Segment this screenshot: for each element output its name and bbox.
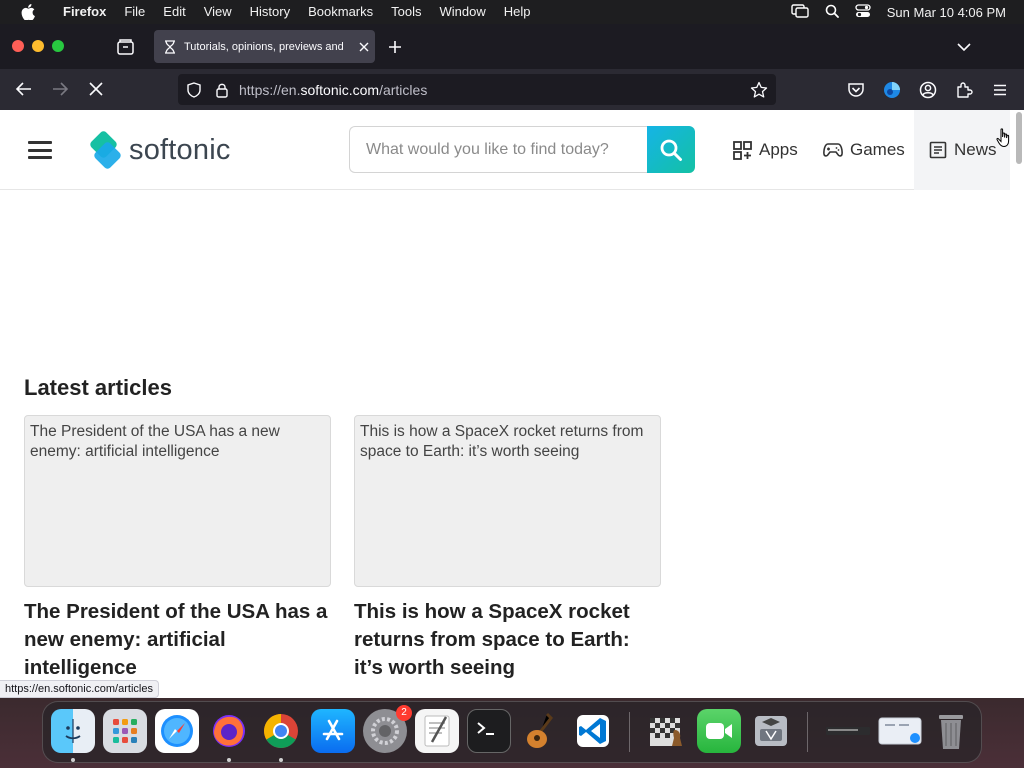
menu-view[interactable]: View bbox=[195, 0, 241, 24]
browser-tab-strip: Tutorials, opinions, previews and bbox=[0, 24, 1024, 69]
apps-grid-icon bbox=[733, 140, 752, 160]
menu-app-name[interactable]: Firefox bbox=[54, 0, 115, 24]
dock-safari-icon[interactable] bbox=[155, 709, 199, 753]
dock-launchpad-icon[interactable] bbox=[103, 709, 147, 753]
lock-icon[interactable] bbox=[215, 82, 229, 98]
softonic-logo-mark-icon bbox=[88, 130, 122, 170]
menu-bar-clock[interactable]: Sun Mar 10 4:06 PM bbox=[887, 5, 1006, 20]
menu-history[interactable]: History bbox=[241, 0, 299, 24]
screen-mirroring-icon[interactable] bbox=[791, 3, 809, 21]
nav-apps-link[interactable]: Apps bbox=[733, 134, 798, 166]
dock-separator bbox=[629, 712, 630, 752]
tab-close-icon[interactable] bbox=[356, 39, 372, 55]
control-center-icon[interactable] bbox=[855, 3, 871, 21]
dock-preview-stack-icon[interactable] bbox=[877, 709, 923, 753]
softonic-logo-text: softonic bbox=[129, 133, 231, 166]
nav-games-label: Games bbox=[850, 140, 905, 159]
window-close-button[interactable] bbox=[12, 40, 24, 52]
account-icon[interactable] bbox=[919, 81, 937, 99]
dock-trash-icon[interactable] bbox=[929, 709, 973, 753]
article-thumbnail[interactable]: This is how a SpaceX rocket returns from… bbox=[354, 415, 661, 587]
loading-hourglass-icon bbox=[164, 39, 176, 54]
window-zoom-button[interactable] bbox=[52, 40, 64, 52]
firefox-view-icon[interactable] bbox=[116, 38, 136, 56]
ad-placeholder bbox=[0, 191, 1010, 366]
macos-menu-bar: Firefox File Edit View History Bookmarks… bbox=[0, 0, 1024, 24]
apple-menu-icon[interactable] bbox=[18, 0, 38, 24]
site-menu-hamburger-icon[interactable] bbox=[28, 141, 52, 159]
active-tab[interactable]: Tutorials, opinions, previews and bbox=[154, 30, 375, 63]
page-scroll-track[interactable] bbox=[1010, 110, 1024, 698]
page-viewport: softonic Apps Games News Latest articles… bbox=[0, 110, 1024, 698]
dock-running-indicator bbox=[227, 758, 231, 762]
window-minimize-button[interactable] bbox=[32, 40, 44, 52]
dock-chess-icon[interactable] bbox=[645, 709, 689, 753]
nav-news-link[interactable]: News bbox=[929, 134, 997, 166]
dock-chrome-icon[interactable] bbox=[259, 709, 303, 753]
dock-app-store-icon[interactable] bbox=[311, 709, 355, 753]
dock-running-indicator bbox=[71, 758, 75, 762]
dock-system-settings-icon[interactable]: 2 bbox=[363, 705, 412, 753]
dock-boot-camp-icon[interactable] bbox=[749, 709, 793, 753]
menu-window[interactable]: Window bbox=[431, 0, 495, 24]
site-search-button[interactable] bbox=[647, 126, 695, 173]
app-menu-hamburger-icon[interactable] bbox=[991, 81, 1009, 99]
nav-games-link[interactable]: Games bbox=[823, 134, 905, 166]
navigation-toolbar: https://en.softonic.com/articles bbox=[0, 69, 1024, 110]
dock-garageband-icon[interactable] bbox=[519, 709, 563, 753]
dock-textedit-icon[interactable] bbox=[415, 709, 459, 753]
dock-minimized-window-icon[interactable] bbox=[823, 709, 873, 753]
url-text[interactable]: https://en.softonic.com/articles bbox=[239, 82, 427, 98]
article-card[interactable]: The President of the USA has a new enemy… bbox=[24, 415, 331, 682]
menu-help[interactable]: Help bbox=[495, 0, 540, 24]
tab-title: Tutorials, opinions, previews and bbox=[184, 40, 344, 53]
extensions-puzzle-icon[interactable] bbox=[955, 81, 973, 99]
article-card[interactable]: This is how a SpaceX rocket returns from… bbox=[354, 415, 661, 682]
menu-tools[interactable]: Tools bbox=[382, 0, 430, 24]
article-headline[interactable]: This is how a SpaceX rocket returns from… bbox=[354, 598, 661, 682]
extension-globe-icon[interactable] bbox=[883, 81, 901, 99]
softonic-logo[interactable]: softonic bbox=[88, 130, 231, 170]
site-header: softonic Apps Games News bbox=[0, 110, 1010, 190]
forward-arrow-icon[interactable] bbox=[51, 80, 69, 98]
article-thumbnail[interactable]: The President of the USA has a new enemy… bbox=[24, 415, 331, 587]
macos-dock: 2 bbox=[42, 701, 982, 763]
dock-vscode-icon[interactable] bbox=[571, 709, 615, 753]
dock-facetime-icon[interactable] bbox=[697, 709, 741, 753]
dock-firefox-icon[interactable] bbox=[207, 709, 251, 753]
nav-apps-label: Apps bbox=[759, 140, 798, 159]
nav-news-label: News bbox=[954, 140, 997, 159]
menu-file[interactable]: File bbox=[115, 0, 154, 24]
dock-separator bbox=[807, 712, 808, 752]
pointer-hand-cursor-icon bbox=[996, 128, 1012, 148]
tracking-protection-shield-icon[interactable] bbox=[186, 81, 202, 98]
dock-finder-icon[interactable] bbox=[51, 709, 95, 753]
latest-articles-heading: Latest articles bbox=[24, 375, 172, 400]
new-tab-icon[interactable] bbox=[386, 38, 404, 56]
link-status-tooltip: https://en.softonic.com/articles bbox=[0, 680, 159, 698]
gamepad-icon bbox=[823, 143, 843, 157]
site-search-input[interactable] bbox=[349, 126, 649, 173]
bookmark-star-icon[interactable] bbox=[750, 81, 768, 99]
menu-bookmarks[interactable]: Bookmarks bbox=[299, 0, 382, 24]
news-article-icon bbox=[929, 141, 947, 159]
page-scrollbar-thumb[interactable] bbox=[1016, 112, 1022, 164]
menu-edit[interactable]: Edit bbox=[154, 0, 194, 24]
spotlight-search-icon[interactable] bbox=[825, 4, 839, 21]
list-all-tabs-icon[interactable] bbox=[956, 40, 972, 54]
address-bar[interactable]: https://en.softonic.com/articles bbox=[178, 74, 776, 105]
article-headline[interactable]: The President of the USA has a new enemy… bbox=[24, 598, 331, 682]
notification-badge: 2 bbox=[396, 705, 412, 721]
pocket-icon[interactable] bbox=[847, 81, 865, 99]
site-search bbox=[349, 126, 695, 173]
back-arrow-icon[interactable] bbox=[15, 80, 33, 98]
dock-terminal-icon[interactable] bbox=[467, 709, 511, 753]
search-icon bbox=[660, 139, 682, 161]
stop-loading-icon[interactable] bbox=[87, 80, 105, 98]
dock-running-indicator bbox=[279, 758, 283, 762]
